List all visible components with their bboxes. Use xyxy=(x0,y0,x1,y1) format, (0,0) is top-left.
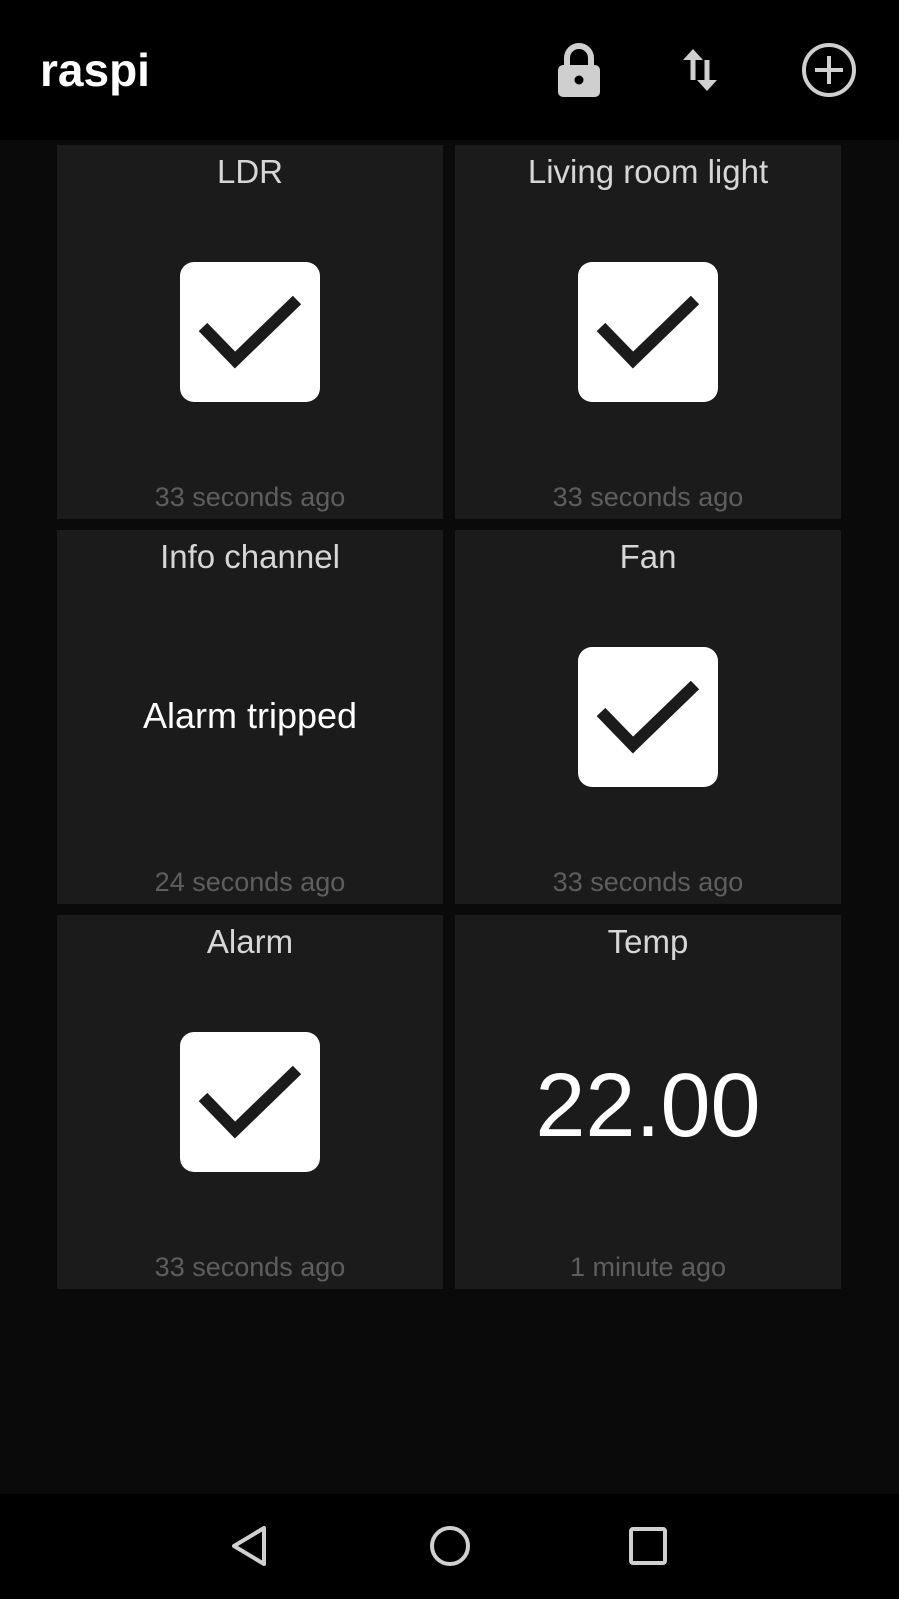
navigation-bar xyxy=(0,1494,899,1599)
tile-title: Info channel xyxy=(160,538,340,575)
tile-timestamp: 33 seconds ago xyxy=(154,1252,346,1282)
tile-living-room-light[interactable]: Living room light 33 seconds ago xyxy=(455,145,841,519)
tile-timestamp: 33 seconds ago xyxy=(552,867,744,897)
tile-timestamp: 24 seconds ago xyxy=(154,867,346,897)
checkbox-checked[interactable] xyxy=(180,1032,320,1172)
checkbox-checked[interactable] xyxy=(578,647,718,787)
tile-info-channel[interactable]: Info channel Alarm tripped 24 seconds ag… xyxy=(57,530,443,904)
app-bar: raspi xyxy=(0,0,899,140)
tile-title: Fan xyxy=(619,538,677,575)
tile-temp[interactable]: Temp 22.00 1 minute ago xyxy=(455,915,841,1289)
check-icon xyxy=(596,680,700,754)
check-icon xyxy=(198,1065,302,1139)
tile-alarm[interactable]: Alarm 33 seconds ago xyxy=(57,915,443,1289)
swap-vertical-icon[interactable] xyxy=(668,38,732,102)
tile-timestamp: 33 seconds ago xyxy=(552,482,744,512)
tile-ldr[interactable]: LDR 33 seconds ago xyxy=(57,145,443,519)
tile-timestamp: 33 seconds ago xyxy=(154,482,346,512)
checkbox-checked[interactable] xyxy=(578,262,718,402)
add-circle-icon[interactable] xyxy=(797,38,861,102)
tile-text-value: Alarm tripped xyxy=(142,695,358,736)
check-icon xyxy=(596,295,700,369)
recents-icon[interactable] xyxy=(618,1516,678,1576)
home-icon[interactable] xyxy=(420,1516,480,1576)
tile-timestamp: 1 minute ago xyxy=(569,1252,727,1282)
back-icon[interactable] xyxy=(220,1516,280,1576)
tile-title: Living room light xyxy=(527,153,769,190)
tile-title: Temp xyxy=(607,923,689,960)
lock-icon[interactable] xyxy=(547,38,611,102)
app-title: raspi xyxy=(40,44,150,96)
tile-fan[interactable]: Fan 33 seconds ago xyxy=(455,530,841,904)
app-screen: raspi LDR 33 seconds ago Living room lig… xyxy=(0,0,899,1599)
tile-title: LDR xyxy=(216,153,284,190)
tile-number-value: 22.00 xyxy=(535,1056,761,1156)
checkbox-checked[interactable] xyxy=(180,262,320,402)
tile-title: Alarm xyxy=(206,923,294,960)
check-icon xyxy=(198,295,302,369)
